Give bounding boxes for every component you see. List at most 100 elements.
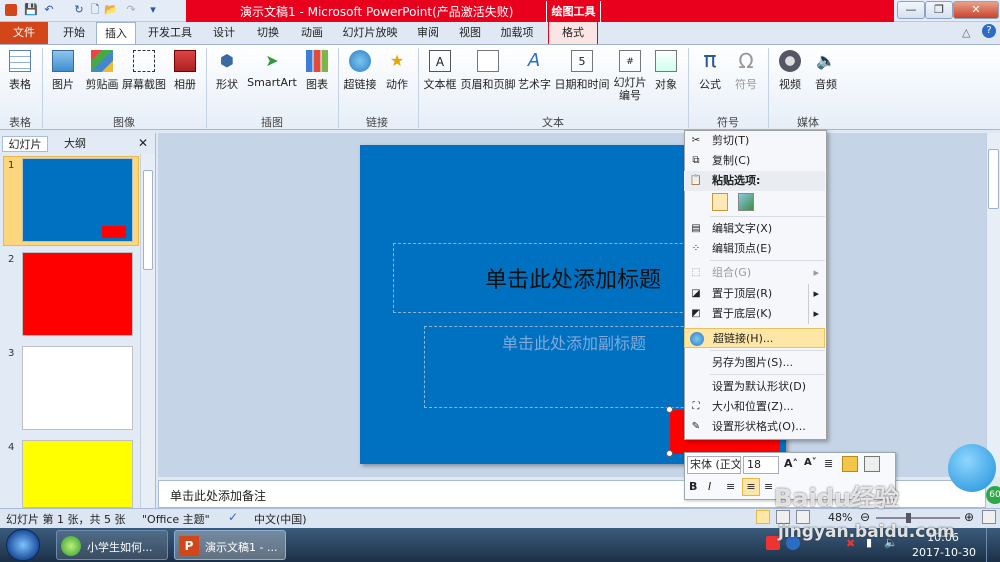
- tab-design[interactable]: 设计: [204, 22, 244, 44]
- tab-file[interactable]: 文件: [0, 22, 48, 44]
- undo-icon[interactable]: ↶: [42, 3, 56, 17]
- screenshot-button[interactable]: 屏幕截图: [122, 50, 166, 92]
- italic-button[interactable]: I: [708, 480, 722, 493]
- taskbar-item-powerpoint[interactable]: P 演示文稿1 - ...: [174, 530, 286, 560]
- shape-style-icon[interactable]: [864, 456, 880, 472]
- slide-number-button[interactable]: # 幻灯片编号: [612, 50, 648, 102]
- customize-qat-icon[interactable]: ▾: [146, 3, 160, 17]
- start-button[interactable]: [6, 529, 40, 561]
- tab-review[interactable]: 审阅: [408, 22, 448, 44]
- textbox-icon: A: [429, 50, 451, 72]
- resize-handle[interactable]: [666, 450, 673, 457]
- object-button[interactable]: 对象: [650, 50, 682, 92]
- menu-item-format-shape[interactable]: ✎ 设置形状格式(O)...: [684, 417, 825, 437]
- wordart-button[interactable]: A 艺术字: [518, 50, 551, 92]
- ribbon-minimize-icon[interactable]: △: [962, 26, 970, 39]
- indent-icon[interactable]: ≣: [824, 457, 833, 470]
- header-footer-button[interactable]: 页眉和页脚: [460, 50, 516, 92]
- tab-slides[interactable]: 幻灯片: [2, 136, 48, 152]
- redo-icon[interactable]: ↻: [72, 3, 86, 17]
- new-file-icon[interactable]: 🗋: [88, 3, 102, 17]
- help-icon[interactable]: ?: [982, 24, 996, 38]
- menu-item-set-default-shape[interactable]: 设置为默认形状(D): [684, 377, 825, 397]
- save-icon[interactable]: 💾: [24, 3, 38, 17]
- tab-animations[interactable]: 动画: [292, 22, 332, 44]
- clock-date[interactable]: 2017-10-30: [912, 546, 976, 559]
- pane-close-icon[interactable]: ✕: [138, 136, 148, 150]
- chart-button[interactable]: 图表: [302, 50, 332, 92]
- menu-item-group[interactable]: ⬚ 组合(G) ▸: [684, 263, 825, 283]
- align-right-icon[interactable]: ≡: [764, 480, 773, 493]
- menu-item-cut[interactable]: ✂ 剪切(T): [684, 131, 825, 151]
- slide-thumbnail-4[interactable]: [22, 440, 133, 508]
- symbol-button[interactable]: Ω 符号: [730, 50, 762, 92]
- slide-number: 4: [8, 442, 15, 453]
- textbox-button[interactable]: A 文本框: [422, 50, 458, 92]
- shrink-font-icon[interactable]: A˅: [804, 457, 817, 468]
- menu-item-save-as-picture[interactable]: 另存为图片(S)...: [684, 353, 825, 373]
- tab-developer[interactable]: 开发工具: [140, 22, 200, 44]
- slide-thumbnail-2[interactable]: [22, 252, 133, 336]
- menu-item-size-position[interactable]: ⛶ 大小和位置(Z)...: [684, 397, 825, 417]
- menu-item-bring-front[interactable]: ◪ 置于顶层(R) ▸: [684, 284, 825, 304]
- clipart-button[interactable]: 剪贴画: [82, 50, 122, 92]
- align-center-icon[interactable]: ≡: [742, 478, 760, 496]
- zoom-in-icon[interactable]: ⊕: [964, 510, 974, 524]
- menu-item-send-back[interactable]: ◩ 置于底层(K) ▸: [684, 304, 825, 324]
- action-button[interactable]: ★ 动作: [382, 50, 412, 92]
- taskbar-item-browser[interactable]: 小学生如何...: [56, 530, 168, 560]
- minimize-button[interactable]: —: [897, 1, 925, 19]
- tab-view[interactable]: 视图: [450, 22, 490, 44]
- tab-slideshow[interactable]: 幻灯片放映: [336, 22, 404, 44]
- app-icon[interactable]: [4, 3, 18, 17]
- align-left-icon[interactable]: ≡: [726, 480, 735, 493]
- show-desktop-button[interactable]: [986, 528, 1000, 562]
- video-button[interactable]: 视频: [774, 50, 806, 92]
- menu-item-label: 复制(C): [712, 154, 751, 167]
- font-name-field[interactable]: 宋体 (正文: [687, 456, 741, 474]
- submenu-arrow-icon[interactable]: ▸: [808, 284, 819, 304]
- tab-outline[interactable]: 大纲: [52, 136, 98, 152]
- grow-font-icon[interactable]: A˄: [784, 457, 798, 470]
- font-size-field[interactable]: 18: [743, 456, 779, 474]
- paste-picture-icon[interactable]: [738, 193, 754, 211]
- menu-item-copy[interactable]: ⧉ 复制(C): [684, 151, 825, 171]
- slide-thumbnail-3[interactable]: [22, 346, 133, 430]
- paste-keep-format-icon[interactable]: [712, 193, 728, 211]
- datetime-button[interactable]: 5 日期和时间: [554, 50, 610, 92]
- menu-item-hyperlink[interactable]: 超链接(H)...: [684, 328, 825, 348]
- slides-scrollbar[interactable]: [140, 154, 155, 508]
- tab-home[interactable]: 开始: [54, 22, 94, 44]
- submenu-arrow-icon[interactable]: ▸: [808, 304, 819, 324]
- slide-scrollbar[interactable]: [986, 133, 1000, 477]
- slide-thumbnail-1[interactable]: [22, 158, 133, 242]
- album-button[interactable]: 相册: [170, 50, 200, 92]
- resize-handle[interactable]: [666, 406, 673, 413]
- spellcheck-icon[interactable]: ✓: [228, 510, 238, 524]
- picture-button[interactable]: 图片: [48, 50, 78, 92]
- restore-button[interactable]: ❐: [925, 1, 953, 19]
- smartart-button[interactable]: ➤ SmartArt: [246, 50, 298, 89]
- shapes-button[interactable]: ⬢ 形状: [212, 50, 242, 92]
- language-status[interactable]: 中文(中国): [254, 511, 307, 527]
- fit-window-icon[interactable]: [982, 510, 996, 524]
- tab-format[interactable]: 格式: [548, 22, 598, 44]
- bold-button[interactable]: B: [689, 480, 703, 493]
- zoom-slider[interactable]: [876, 513, 960, 523]
- tab-transitions[interactable]: 切换: [248, 22, 288, 44]
- audio-button[interactable]: 🔈 音频: [810, 50, 842, 92]
- close-button[interactable]: ✕: [953, 1, 999, 19]
- equation-button[interactable]: π 公式: [694, 50, 726, 92]
- tab-addins[interactable]: 加载项: [494, 22, 540, 44]
- floating-assistant-icon[interactable]: [948, 444, 996, 492]
- hyperlink-button[interactable]: 超链接: [342, 50, 378, 92]
- table-button[interactable]: 表格: [4, 50, 36, 92]
- shape-fill-icon[interactable]: [842, 456, 858, 472]
- tab-insert[interactable]: 插入: [96, 22, 136, 45]
- open-file-icon[interactable]: 📂: [104, 3, 118, 17]
- menu-item-edit-points[interactable]: ⁘ 编辑顶点(E): [684, 239, 825, 259]
- normal-view-icon[interactable]: [756, 510, 770, 524]
- menu-item-edit-text[interactable]: ▤ 编辑文字(X): [684, 219, 825, 239]
- repeat-icon[interactable]: ↷: [124, 3, 138, 17]
- group-separator: [688, 48, 689, 128]
